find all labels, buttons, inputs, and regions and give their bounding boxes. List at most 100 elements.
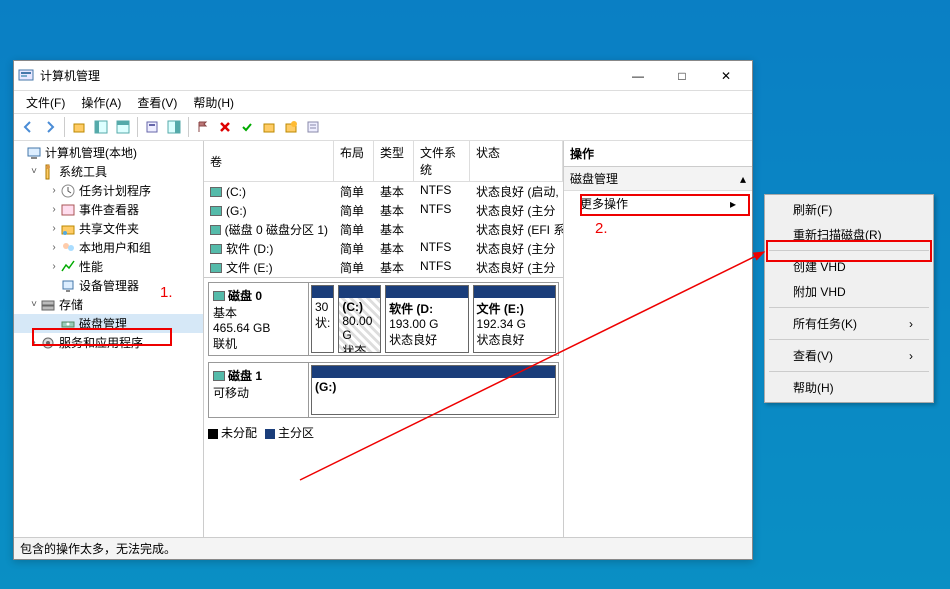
tree-event-viewer[interactable]: › 事件查看器 bbox=[14, 200, 203, 219]
actions-more[interactable]: 更多操作 ▸ bbox=[564, 191, 752, 216]
disk-1-info[interactable]: 磁盘 1 可移动 bbox=[209, 363, 309, 417]
disk-type: 可移动 bbox=[213, 384, 304, 401]
flag-button[interactable] bbox=[193, 117, 213, 137]
partition[interactable]: (C:)80.00 G状态良好 bbox=[338, 285, 381, 353]
partition-size: 30 bbox=[315, 300, 330, 314]
ctx-view[interactable]: 查看(V)› bbox=[767, 343, 931, 368]
statusbar: 包含的操作太多，无法完成。 bbox=[14, 537, 752, 559]
volume-row[interactable]: 文件 (E:)简单基本NTFS状态良好 (主分 bbox=[204, 258, 563, 277]
status-text: 包含的操作太多，无法完成。 bbox=[20, 540, 176, 557]
tree-label: 服务和应用程序 bbox=[59, 334, 143, 351]
volume-type: 基本 bbox=[374, 201, 414, 220]
back-button[interactable] bbox=[18, 117, 38, 137]
view1-button[interactable] bbox=[91, 117, 111, 137]
ctx-rescan[interactable]: 重新扫描磁盘(R) bbox=[767, 222, 931, 247]
volume-row[interactable]: (C:)简单基本NTFS状态良好 (启动, bbox=[204, 182, 563, 201]
col-volume[interactable]: 卷 bbox=[204, 141, 334, 181]
tree-task-scheduler[interactable]: › 任务计划程序 bbox=[14, 181, 203, 200]
delete-button[interactable] bbox=[215, 117, 235, 137]
expand-icon[interactable]: › bbox=[48, 261, 60, 273]
check-button[interactable] bbox=[237, 117, 257, 137]
menu-action[interactable]: 操作(A) bbox=[73, 92, 129, 113]
tree-device-manager[interactable]: 设备管理器 bbox=[14, 276, 203, 295]
services-icon bbox=[40, 335, 56, 351]
volume-status: 状态良好 (主分 bbox=[470, 239, 563, 258]
expand-icon[interactable]: › bbox=[48, 185, 60, 197]
menu-view[interactable]: 查看(V) bbox=[129, 92, 185, 113]
volume-fs: NTFS bbox=[414, 239, 470, 258]
volume-layout: 简单 bbox=[334, 201, 374, 220]
storage-icon bbox=[40, 297, 56, 313]
tree-shared-folders[interactable]: › 共享文件夹 bbox=[14, 219, 203, 238]
close-button[interactable]: ✕ bbox=[704, 62, 748, 90]
partition-status: 状态良好 bbox=[389, 331, 464, 348]
volume-type: 基本 bbox=[374, 182, 414, 201]
col-filesystem[interactable]: 文件系统 bbox=[414, 141, 470, 181]
partition[interactable]: 30状: bbox=[311, 285, 334, 353]
volume-row[interactable]: (G:)简单基本NTFS状态良好 (主分 bbox=[204, 201, 563, 220]
expand-icon[interactable]: › bbox=[48, 223, 60, 235]
tree-local-users[interactable]: › 本地用户和组 bbox=[14, 238, 203, 257]
disk-0-info[interactable]: 磁盘 0 基本 465.64 GB 联机 bbox=[209, 283, 309, 355]
collapse-icon[interactable]: ˅ bbox=[28, 299, 40, 311]
volume-row[interactable]: 软件 (D:)简单基本NTFS状态良好 (主分 bbox=[204, 239, 563, 258]
volume-layout: 简单 bbox=[334, 258, 374, 277]
disk-graphical-view[interactable]: 磁盘 0 基本 465.64 GB 联机 30状:(C:)80.00 G状态良好… bbox=[204, 278, 563, 537]
tree-storage[interactable]: ˅ 存储 bbox=[14, 295, 203, 314]
disk-row-1[interactable]: 磁盘 1 可移动 (G:) bbox=[208, 362, 559, 418]
tree-performance[interactable]: › 性能 bbox=[14, 257, 203, 276]
ctx-refresh[interactable]: 刷新(F) bbox=[767, 197, 931, 222]
expand-icon[interactable]: › bbox=[48, 242, 60, 254]
menu-file[interactable]: 文件(F) bbox=[18, 92, 73, 113]
folder-button[interactable] bbox=[259, 117, 279, 137]
tree-label: 本地用户和组 bbox=[79, 239, 151, 256]
nav-tree[interactable]: 计算机管理(本地) ˅ 系统工具 › 任务计划程序 › 事件查看器 › 共享文件… bbox=[14, 141, 204, 537]
expand-icon[interactable]: › bbox=[28, 337, 40, 349]
shared-folder-icon bbox=[60, 221, 76, 237]
col-status[interactable]: 状态 bbox=[470, 141, 563, 181]
volume-name: 文件 (E:) bbox=[226, 259, 273, 276]
volume-table-header[interactable]: 卷 布局 类型 文件系统 状态 bbox=[204, 141, 563, 182]
new-folder-button[interactable] bbox=[281, 117, 301, 137]
col-type[interactable]: 类型 bbox=[374, 141, 414, 181]
list-button[interactable] bbox=[303, 117, 323, 137]
ctx-create-vhd[interactable]: 创建 VHD bbox=[767, 254, 931, 279]
volume-icon bbox=[210, 206, 222, 216]
minimize-button[interactable]: — bbox=[616, 62, 660, 90]
app-icon bbox=[18, 68, 34, 84]
ctx-help[interactable]: 帮助(H) bbox=[767, 375, 931, 400]
volume-name: 软件 (D:) bbox=[226, 240, 273, 257]
partition-status: 状态良好 bbox=[477, 331, 552, 348]
expand-icon[interactable]: › bbox=[48, 204, 60, 216]
disk-row-0[interactable]: 磁盘 0 基本 465.64 GB 联机 30状:(C:)80.00 G状态良好… bbox=[208, 282, 559, 356]
actions-header: 操作 bbox=[564, 141, 752, 167]
menu-help[interactable]: 帮助(H) bbox=[185, 92, 242, 113]
partition[interactable]: 软件 (D:193.00 G状态良好 bbox=[385, 285, 468, 353]
ctx-label: 创建 VHD bbox=[793, 258, 846, 275]
details-button[interactable] bbox=[164, 117, 184, 137]
ctx-attach-vhd[interactable]: 附加 VHD bbox=[767, 279, 931, 304]
ctx-all-tasks[interactable]: 所有任务(K)› bbox=[767, 311, 931, 336]
context-menu[interactable]: 刷新(F) 重新扫描磁盘(R) 创建 VHD 附加 VHD 所有任务(K)› 查… bbox=[764, 194, 934, 403]
col-layout[interactable]: 布局 bbox=[334, 141, 374, 181]
partition-name: 软件 (D: bbox=[389, 300, 464, 317]
tree-system-tools[interactable]: ˅ 系统工具 bbox=[14, 162, 203, 181]
properties-button[interactable] bbox=[142, 117, 162, 137]
collapse-icon[interactable]: ˅ bbox=[28, 166, 40, 178]
tree-services-apps[interactable]: › 服务和应用程序 bbox=[14, 333, 203, 352]
titlebar[interactable]: 计算机管理 — □ ✕ bbox=[14, 61, 752, 91]
forward-button[interactable] bbox=[40, 117, 60, 137]
ctx-label: 刷新(F) bbox=[793, 201, 832, 218]
volume-table[interactable]: 卷 布局 类型 文件系统 状态 (C:)简单基本NTFS状态良好 (启动,(G:… bbox=[204, 141, 563, 278]
maximize-button[interactable]: □ bbox=[660, 62, 704, 90]
tree-disk-management[interactable]: 磁盘管理 bbox=[14, 314, 203, 333]
view2-button[interactable] bbox=[113, 117, 133, 137]
partition[interactable]: 文件 (E:)192.34 G状态良好 bbox=[473, 285, 556, 353]
volume-row[interactable]: (磁盘 0 磁盘分区 1)简单基本状态良好 (EFI 系 bbox=[204, 220, 563, 239]
collapse-arrow-icon[interactable]: ▴ bbox=[740, 172, 746, 186]
ctx-label: 所有任务(K) bbox=[793, 315, 857, 332]
tree-root[interactable]: 计算机管理(本地) bbox=[14, 143, 203, 162]
up-button[interactable] bbox=[69, 117, 89, 137]
partition-g[interactable]: (G:) bbox=[311, 365, 556, 415]
center-panel: 卷 布局 类型 文件系统 状态 (C:)简单基本NTFS状态良好 (启动,(G:… bbox=[204, 141, 564, 537]
